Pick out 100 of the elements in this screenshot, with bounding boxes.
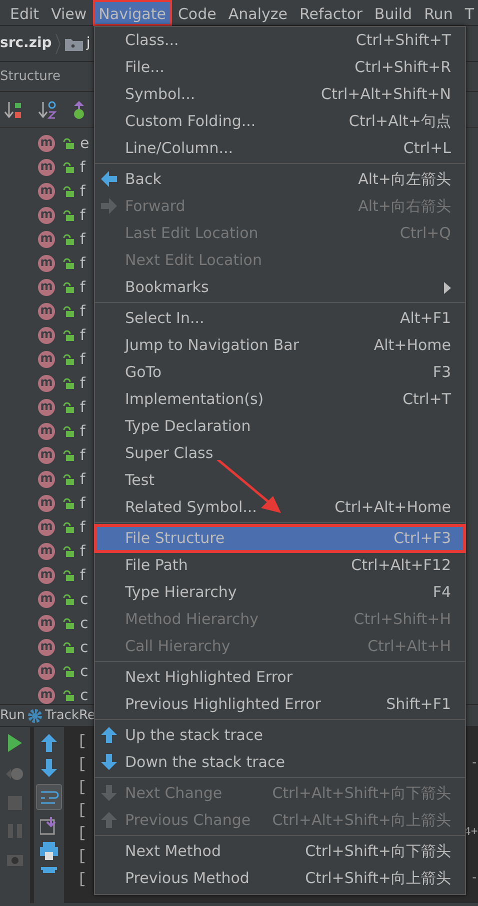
- menu-bar-item[interactable]: Analyze: [222, 0, 294, 26]
- menu-item-label: Select In...: [125, 308, 204, 330]
- menu-item-label: Implementation(s): [125, 389, 264, 410]
- menu-item[interactable]: Test: [95, 467, 465, 494]
- menu-item[interactable]: File Path Ctrl+Alt+F12: [95, 552, 465, 579]
- menu-item[interactable]: Up the stack trace: [95, 722, 465, 749]
- lock-icon: [63, 690, 74, 700]
- tree-item-label[interactable]: f: [80, 324, 86, 346]
- method-icon: m: [38, 518, 55, 536]
- shortcut-label: F3: [432, 362, 451, 384]
- shortcut-label: Ctrl+Shift+T: [356, 30, 451, 52]
- shortcut-label: Ctrl+Shift+H: [354, 609, 451, 630]
- tree-item-label[interactable]: f: [80, 156, 86, 178]
- shortcut-label: F4: [432, 582, 451, 604]
- tree-item-label[interactable]: f: [80, 180, 86, 202]
- method-icon: m: [38, 494, 55, 512]
- menu-item[interactable]: Related Symbol... Ctrl+Alt+Home: [95, 494, 465, 521]
- menu-item[interactable]: Down the stack trace: [95, 749, 465, 776]
- method-icon: m: [38, 566, 55, 584]
- chevron-icon: [55, 32, 62, 54]
- shortcut-label: Ctrl+Shift+向下箭头: [305, 841, 451, 862]
- menu-bar-item[interactable]: Build: [368, 0, 418, 26]
- tree-item-label[interactable]: f: [80, 540, 86, 562]
- method-icon: m: [38, 230, 55, 248]
- menu-item[interactable]: Bookmarks: [95, 274, 465, 301]
- tree-item-label[interactable]: c: [80, 636, 88, 658]
- method-icon: m: [38, 278, 55, 296]
- tree-item-label[interactable]: c: [80, 684, 88, 706]
- tree-item-label[interactable]: f: [80, 300, 86, 322]
- soft-wrap-icon: [36, 784, 62, 810]
- breadcrumb-item[interactable]: j: [86, 33, 90, 54]
- tree-item-label[interactable]: f: [80, 228, 86, 250]
- lock-icon: [63, 210, 74, 220]
- tree-item-label[interactable]: c: [80, 612, 88, 634]
- menu-item-label: Back: [125, 169, 162, 190]
- lock-icon: [63, 306, 74, 316]
- menu-item-label: Custom Folding...: [125, 111, 256, 132]
- menu-item[interactable]: Select In... Alt+F1: [95, 305, 465, 332]
- shortcut-label: Ctrl+F3: [394, 528, 451, 550]
- tool-window-tab[interactable]: Run: [0, 706, 25, 726]
- method-icon: m: [38, 590, 55, 608]
- lock-icon: [63, 234, 74, 244]
- tree-item-label[interactable]: c: [80, 588, 88, 610]
- lock-icon: [63, 450, 74, 460]
- menu-item[interactable]: Type Declaration: [95, 413, 465, 440]
- menu-item[interactable]: Implementation(s) Ctrl+T: [95, 386, 465, 413]
- menu-bar-item[interactable]: T: [458, 0, 478, 26]
- lock-icon: [63, 642, 74, 652]
- shortcut-label: Shift+F1: [386, 694, 451, 716]
- lock-icon: [63, 258, 74, 268]
- menu-item-label: Type Hierarchy: [125, 582, 237, 604]
- menu-bar-item[interactable]: Run: [418, 0, 459, 26]
- menu-item-label: Call Hierarchy: [125, 636, 230, 658]
- tree-item-label[interactable]: f: [80, 492, 86, 514]
- method-icon: m: [38, 302, 55, 320]
- menu-bar-item[interactable]: View: [45, 0, 93, 26]
- breadcrumb-item[interactable]: src.zip: [0, 33, 52, 54]
- tree-item-label[interactable]: f: [80, 252, 86, 274]
- tree-item-label[interactable]: f: [80, 468, 86, 490]
- tree-item-label[interactable]: f: [80, 372, 86, 394]
- menu-bar-item[interactable]: Code: [172, 0, 222, 26]
- tree-item-label[interactable]: f: [80, 516, 86, 538]
- menu-item-label: Next Method: [125, 841, 221, 862]
- menu-item[interactable]: Jump to Navigation Bar Alt+Home: [95, 332, 465, 359]
- menu-item[interactable]: Class... Ctrl+Shift+T: [95, 27, 465, 54]
- menu-item[interactable]: Previous Highlighted Error Shift+F1: [95, 691, 465, 718]
- menu-bar-item[interactable]: Edit: [4, 0, 46, 26]
- tree-item-label[interactable]: e: [80, 132, 90, 154]
- method-icon: m: [38, 662, 55, 680]
- shortcut-label: Ctrl+Alt+H: [368, 636, 451, 658]
- menu-item-label: Previous Method: [125, 868, 250, 890]
- tree-item-label[interactable]: f: [80, 276, 86, 298]
- lock-icon: [63, 402, 74, 412]
- menu-item[interactable]: Type Hierarchy F4: [95, 579, 465, 606]
- tree-item-label[interactable]: f: [80, 444, 86, 466]
- camera-icon: [7, 852, 23, 866]
- menu-item[interactable]: Custom Folding... Ctrl+Alt+句点: [95, 108, 465, 135]
- down-arrow-icon: [101, 754, 117, 770]
- menu-item[interactable]: Back Alt+向左箭头: [95, 166, 465, 193]
- menu-item[interactable]: Previous Method Ctrl+Shift+向上箭头: [95, 865, 465, 892]
- lock-icon: [63, 186, 74, 196]
- lock-icon: [63, 666, 74, 676]
- shortcut-label: Alt+Home: [374, 335, 451, 356]
- menu-item[interactable]: GoTo F3: [95, 359, 465, 386]
- shortcut-label: Ctrl+Alt+Home: [334, 497, 451, 518]
- menu-item[interactable]: Line/Column... Ctrl+L: [95, 135, 465, 162]
- menu-item[interactable]: Next Method Ctrl+Shift+向下箭头: [95, 838, 465, 865]
- lock-icon: [63, 474, 74, 484]
- tree-item-label[interactable]: f: [80, 420, 86, 442]
- tree-item-label[interactable]: f: [80, 396, 86, 418]
- menu-item-label: Bookmarks: [125, 277, 209, 298]
- menu-item-label: Next Highlighted Error: [125, 667, 293, 688]
- tree-item-label[interactable]: f: [80, 204, 86, 226]
- tree-item-label[interactable]: f: [80, 348, 86, 370]
- menu-item[interactable]: Next Highlighted Error: [95, 664, 465, 691]
- menu-item[interactable]: Super Class: [95, 440, 465, 467]
- tree-item-label[interactable]: f: [80, 564, 86, 586]
- method-icon: m: [38, 326, 55, 344]
- menu-bar-item[interactable]: Refactor: [293, 0, 368, 26]
- tree-item-label[interactable]: c: [80, 660, 88, 682]
